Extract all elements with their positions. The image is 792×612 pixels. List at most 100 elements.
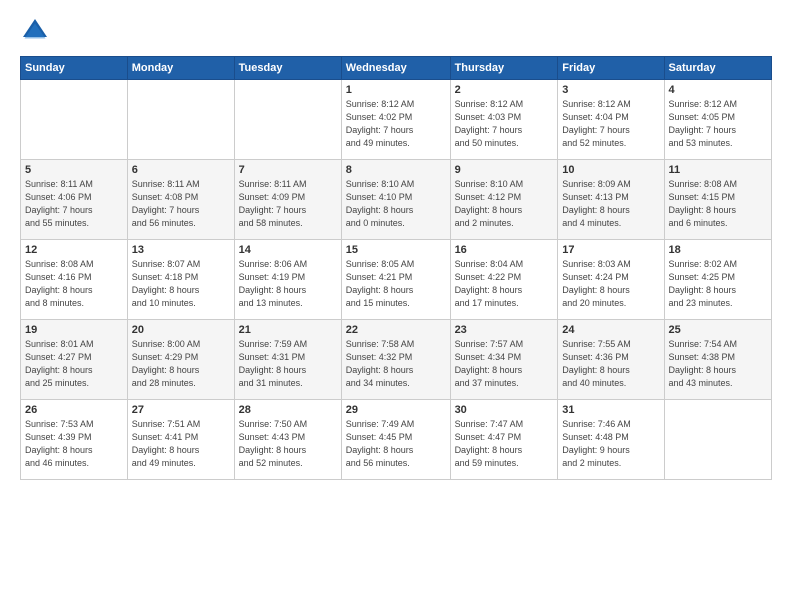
logo-icon	[20, 16, 50, 46]
day-info: Sunrise: 7:49 AMSunset: 4:45 PMDaylight:…	[346, 418, 446, 470]
day-info: Sunrise: 7:54 AMSunset: 4:38 PMDaylight:…	[669, 338, 767, 390]
day-number: 11	[669, 164, 767, 176]
day-info: Sunrise: 7:51 AMSunset: 4:41 PMDaylight:…	[132, 418, 230, 470]
day-info: Sunrise: 8:12 AMSunset: 4:03 PMDaylight:…	[455, 98, 554, 150]
day-number: 4	[669, 84, 767, 96]
day-number: 10	[562, 164, 659, 176]
day-number: 19	[25, 324, 123, 336]
day-number: 30	[455, 404, 554, 416]
day-number: 20	[132, 324, 230, 336]
day-info: Sunrise: 8:05 AMSunset: 4:21 PMDaylight:…	[346, 258, 446, 310]
calendar-cell: 18 Sunrise: 8:02 AMSunset: 4:25 PMDayligh…	[664, 240, 771, 320]
calendar-week-row: 1 Sunrise: 8:12 AMSunset: 4:02 PMDaylight…	[21, 80, 772, 160]
calendar-cell: 1 Sunrise: 8:12 AMSunset: 4:02 PMDaylight…	[341, 80, 450, 160]
day-number: 6	[132, 164, 230, 176]
calendar-cell: 6 Sunrise: 8:11 AMSunset: 4:08 PMDaylight…	[127, 160, 234, 240]
calendar-cell: 7 Sunrise: 8:11 AMSunset: 4:09 PMDaylight…	[234, 160, 341, 240]
calendar-cell: 2 Sunrise: 8:12 AMSunset: 4:03 PMDaylight…	[450, 80, 558, 160]
calendar-cell: 19Sunrise: 8:01 AMSunset: 4:27 PMDayligh…	[21, 320, 128, 400]
calendar-cell: 24 Sunrise: 7:55 AMSunset: 4:36 PMDayligh…	[558, 320, 664, 400]
day-number: 1	[346, 84, 446, 96]
calendar-cell	[127, 80, 234, 160]
weekday-header: Thursday	[450, 57, 558, 80]
day-info: Sunrise: 7:57 AMSunset: 4:34 PMDaylight:…	[455, 338, 554, 390]
day-info: Sunrise: 8:11 AMSunset: 4:06 PMDaylight:…	[25, 178, 123, 230]
calendar-week-row: 5 Sunrise: 8:11 AMSunset: 4:06 PMDaylight…	[21, 160, 772, 240]
calendar-cell: 23 Sunrise: 7:57 AMSunset: 4:34 PMDayligh…	[450, 320, 558, 400]
day-info: Sunrise: 8:11 AMSunset: 4:08 PMDaylight:…	[132, 178, 230, 230]
day-info: Sunrise: 8:03 AMSunset: 4:24 PMDaylight:…	[562, 258, 659, 310]
day-number: 31	[562, 404, 659, 416]
calendar-cell: 11 Sunrise: 8:08 AMSunset: 4:15 PMDayligh…	[664, 160, 771, 240]
day-number: 21	[239, 324, 337, 336]
calendar-cell: 16 Sunrise: 8:04 AMSunset: 4:22 PMDayligh…	[450, 240, 558, 320]
calendar-cell: 27Sunrise: 7:51 AMSunset: 4:41 PMDayligh…	[127, 400, 234, 480]
weekday-header: Monday	[127, 57, 234, 80]
day-info: Sunrise: 8:10 AMSunset: 4:12 PMDaylight:…	[455, 178, 554, 230]
calendar-cell: 28 Sunrise: 7:50 AMSunset: 4:43 PMDayligh…	[234, 400, 341, 480]
calendar-header-row: SundayMondayTuesdayWednesdayThursdayFrid…	[21, 57, 772, 80]
day-number: 24	[562, 324, 659, 336]
calendar-week-row: 12 Sunrise: 8:08 AMSunset: 4:16 PMDayligh…	[21, 240, 772, 320]
weekday-header: Friday	[558, 57, 664, 80]
calendar-cell: 22 Sunrise: 7:58 AMSunset: 4:32 PMDayligh…	[341, 320, 450, 400]
calendar-cell: 3 Sunrise: 8:12 AMSunset: 4:04 PMDaylight…	[558, 80, 664, 160]
calendar-cell	[234, 80, 341, 160]
day-number: 17	[562, 244, 659, 256]
calendar-cell: 8Sunrise: 8:10 AMSunset: 4:10 PMDaylight…	[341, 160, 450, 240]
day-info: Sunrise: 8:04 AMSunset: 4:22 PMDaylight:…	[455, 258, 554, 310]
calendar-cell: 5 Sunrise: 8:11 AMSunset: 4:06 PMDaylight…	[21, 160, 128, 240]
day-number: 15	[346, 244, 446, 256]
day-number: 22	[346, 324, 446, 336]
calendar-cell: 10Sunrise: 8:09 AMSunset: 4:13 PMDayligh…	[558, 160, 664, 240]
weekday-header: Saturday	[664, 57, 771, 80]
day-info: Sunrise: 8:12 AMSunset: 4:04 PMDaylight:…	[562, 98, 659, 150]
day-number: 5	[25, 164, 123, 176]
calendar-cell: 30 Sunrise: 7:47 AMSunset: 4:47 PMDayligh…	[450, 400, 558, 480]
weekday-header: Wednesday	[341, 57, 450, 80]
calendar-cell: 17 Sunrise: 8:03 AMSunset: 4:24 PMDayligh…	[558, 240, 664, 320]
day-info: Sunrise: 8:11 AMSunset: 4:09 PMDaylight:…	[239, 178, 337, 230]
day-info: Sunrise: 7:59 AMSunset: 4:31 PMDaylight:…	[239, 338, 337, 390]
day-number: 3	[562, 84, 659, 96]
day-info: Sunrise: 7:47 AMSunset: 4:47 PMDaylight:…	[455, 418, 554, 470]
day-info: Sunrise: 8:12 AMSunset: 4:02 PMDaylight:…	[346, 98, 446, 150]
weekday-header: Tuesday	[234, 57, 341, 80]
day-number: 23	[455, 324, 554, 336]
day-info: Sunrise: 7:50 AMSunset: 4:43 PMDaylight:…	[239, 418, 337, 470]
calendar-cell: 21 Sunrise: 7:59 AMSunset: 4:31 PMDayligh…	[234, 320, 341, 400]
calendar-cell: 9 Sunrise: 8:10 AMSunset: 4:12 PMDaylight…	[450, 160, 558, 240]
day-info: Sunrise: 7:53 AMSunset: 4:39 PMDaylight:…	[25, 418, 123, 470]
calendar-table: SundayMondayTuesdayWednesdayThursdayFrid…	[20, 56, 772, 480]
day-info: Sunrise: 8:08 AMSunset: 4:15 PMDaylight:…	[669, 178, 767, 230]
calendar-cell: 13 Sunrise: 8:07 AMSunset: 4:18 PMDayligh…	[127, 240, 234, 320]
calendar-cell: 15 Sunrise: 8:05 AMSunset: 4:21 PMDayligh…	[341, 240, 450, 320]
calendar-cell: 14Sunrise: 8:06 AMSunset: 4:19 PMDayligh…	[234, 240, 341, 320]
day-info: Sunrise: 8:12 AMSunset: 4:05 PMDaylight:…	[669, 98, 767, 150]
logo	[20, 16, 54, 46]
calendar-week-row: 26 Sunrise: 7:53 AMSunset: 4:39 PMDayligh…	[21, 400, 772, 480]
day-info: Sunrise: 7:58 AMSunset: 4:32 PMDaylight:…	[346, 338, 446, 390]
day-number: 7	[239, 164, 337, 176]
day-number: 28	[239, 404, 337, 416]
day-info: Sunrise: 8:08 AMSunset: 4:16 PMDaylight:…	[25, 258, 123, 310]
day-info: Sunrise: 7:55 AMSunset: 4:36 PMDaylight:…	[562, 338, 659, 390]
day-number: 18	[669, 244, 767, 256]
calendar-cell: 31Sunrise: 7:46 AMSunset: 4:48 PMDayligh…	[558, 400, 664, 480]
calendar-week-row: 19Sunrise: 8:01 AMSunset: 4:27 PMDayligh…	[21, 320, 772, 400]
day-number: 13	[132, 244, 230, 256]
day-number: 8	[346, 164, 446, 176]
day-info: Sunrise: 8:07 AMSunset: 4:18 PMDaylight:…	[132, 258, 230, 310]
day-number: 16	[455, 244, 554, 256]
calendar-cell: 20Sunrise: 8:00 AMSunset: 4:29 PMDayligh…	[127, 320, 234, 400]
day-number: 26	[25, 404, 123, 416]
day-number: 12	[25, 244, 123, 256]
day-number: 9	[455, 164, 554, 176]
calendar-cell: 29Sunrise: 7:49 AMSunset: 4:45 PMDayligh…	[341, 400, 450, 480]
day-number: 2	[455, 84, 554, 96]
calendar-cell: 4 Sunrise: 8:12 AMSunset: 4:05 PMDaylight…	[664, 80, 771, 160]
calendar-cell: 12 Sunrise: 8:08 AMSunset: 4:16 PMDayligh…	[21, 240, 128, 320]
day-info: Sunrise: 8:02 AMSunset: 4:25 PMDaylight:…	[669, 258, 767, 310]
calendar-cell	[664, 400, 771, 480]
day-number: 25	[669, 324, 767, 336]
